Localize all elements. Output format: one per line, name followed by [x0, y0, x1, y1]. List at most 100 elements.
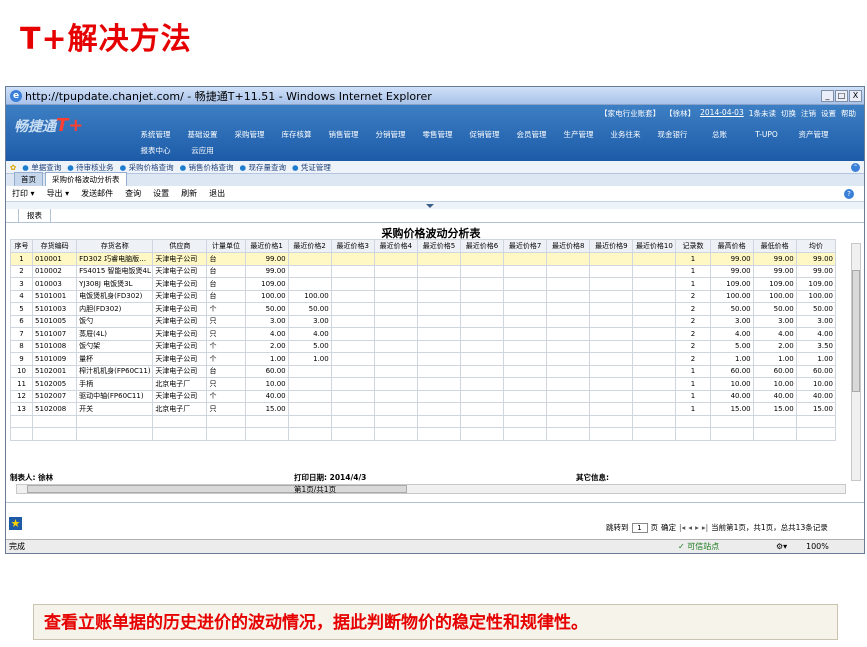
table-cell [632, 252, 677, 266]
column-header[interactable]: 存货名称 [76, 239, 154, 253]
close-button[interactable]: X [849, 89, 862, 102]
prev-page-icon[interactable]: ◂ [688, 523, 692, 532]
switch-link[interactable]: 切换 [781, 108, 796, 119]
toolbar-button[interactable]: 设置 [153, 188, 169, 199]
column-header[interactable]: 最近价格7 [503, 239, 548, 253]
subnav-item[interactable]: ● 凭证管理 [292, 162, 331, 173]
logout-link[interactable]: 注销 [801, 108, 816, 119]
empty-row [9, 427, 837, 441]
report-tab[interactable]: 报表 [18, 208, 51, 222]
next-page-icon[interactable]: ▸ [695, 523, 699, 532]
subnav-item[interactable]: ● 待审核业务 [67, 162, 113, 173]
column-header[interactable]: 存货编码 [32, 239, 78, 253]
table-row[interactable]: 9 5101009 量杯 天津电子公司个 1.00 1.00 2 1.00 1.00 1.00 [9, 352, 837, 366]
menu-item[interactable]: 会员管理 [508, 127, 555, 143]
horizontal-scrollbar[interactable] [16, 484, 846, 494]
menu-item[interactable]: 资产管理 [790, 127, 837, 143]
column-header[interactable]: 记录数 [675, 239, 711, 253]
column-header[interactable]: 最高价格 [709, 239, 754, 253]
menu-item[interactable]: 生产管理 [555, 127, 602, 143]
column-header[interactable]: 最近价格6 [459, 239, 505, 253]
column-header[interactable]: 计量单位 [206, 239, 246, 253]
toolbar-button[interactable]: 刷新 [181, 188, 197, 199]
column-header[interactable]: 序号 [9, 239, 34, 253]
column-header[interactable]: 均价 [795, 239, 837, 253]
table-cell: 饭勺架 [76, 339, 154, 353]
menu-item[interactable]: T-UPO [743, 127, 790, 143]
table-cell: 1 [675, 402, 711, 416]
zoom-level[interactable]: 100% [806, 542, 829, 551]
table-row[interactable]: 2 010002 FS4015 智能电饭煲4L 天津电子公司台 99.00 1 99.00 9… [9, 264, 837, 278]
table-cell: 99.00 [795, 252, 837, 266]
first-page-icon[interactable]: |◂ [679, 523, 685, 532]
table-cell: 109.00 [752, 277, 797, 291]
menu-item[interactable]: 现金银行 [649, 127, 696, 143]
menu-item[interactable]: 零售管理 [414, 127, 461, 143]
toolbar-button[interactable]: 打印 ▾ [12, 188, 35, 199]
table-row[interactable]: 4 5101001 电饭煲机身(FD302) 天津电子公司台 100.00 100.00 2… [9, 289, 837, 303]
collapse-splitter[interactable] [6, 202, 864, 209]
vertical-scrollbar[interactable] [851, 243, 861, 481]
security-icon[interactable]: ⚙▾ [776, 542, 787, 551]
column-header[interactable]: 最近价格1 [244, 239, 289, 253]
date-link[interactable]: 2014-04-03 [700, 108, 744, 119]
settings-link[interactable]: 设置 [821, 108, 836, 119]
table-row[interactable]: 10 5102001 榨汁机机身(FP60C11) 天津电子公司台 60.00 1 60.0… [9, 364, 837, 378]
minimize-button[interactable]: _ [821, 89, 834, 102]
tab-price-analysis[interactable]: 采购价格波动分析表 [45, 172, 127, 186]
table-row[interactable]: 7 5101007 蒸屉(4L) 天津电子公司只 4.00 4.00 2 4.00 4.00 4.… [9, 327, 837, 341]
menu-item[interactable]: 总账 [696, 127, 743, 143]
subnav-item[interactable]: ● 采购价格查询 [120, 162, 174, 173]
table-cell: 6 [9, 314, 34, 328]
column-header[interactable]: 最近价格5 [416, 239, 461, 253]
column-header[interactable]: 最近价格4 [373, 239, 418, 253]
nav-home-icon[interactable]: ✿ [10, 163, 16, 172]
column-header[interactable]: 最近价格3 [330, 239, 375, 253]
table-row[interactable]: 3 010003 YJ308J 电饭煲3L 天津电子公司台 109.00 1 109.00 1… [9, 277, 837, 291]
table-cell: 1.00 [287, 352, 332, 366]
toolbar-button[interactable]: 查询 [125, 188, 141, 199]
menu-item[interactable]: 云应用 [179, 143, 226, 159]
subnav-item[interactable]: ● 销售价格查询 [180, 162, 234, 173]
table-row[interactable]: 6 5101005 饭勺 天津电子公司只 3.00 3.00 2 3.00 3.00 3.00 [9, 314, 837, 328]
menu-item[interactable]: 库存核算 [273, 127, 320, 143]
page-input[interactable]: 1 [631, 522, 648, 533]
table-row[interactable]: 12 5102007 驱动中轴(FP60C11) 天津电子公司个 40.00 1 40.00… [9, 389, 837, 403]
column-header[interactable]: 供应商 [152, 239, 208, 253]
table-row[interactable]: 13 5102008 开关 北京电子厂只 15.00 1 15.00 15.00 15.00 [9, 402, 837, 416]
column-header[interactable]: 最近价格2 [287, 239, 332, 253]
help-icon[interactable]: ? [844, 188, 854, 199]
unread-link[interactable]: 1条未读 [749, 108, 776, 119]
maximize-button[interactable]: □ [835, 89, 848, 102]
table-cell: 99.00 [244, 252, 289, 266]
column-header[interactable]: 最低价格 [752, 239, 797, 253]
toolbar-button[interactable]: 退出 [209, 188, 225, 199]
last-page-icon[interactable]: ▸| [702, 523, 708, 532]
favorite-star-icon[interactable]: ★ [9, 517, 22, 530]
toolbar-button[interactable]: 导出 ▾ [47, 188, 70, 199]
table-row[interactable]: 1 010001 FD302 巧睿电脑版… 天津电子公司台 99.00 1 99.00 99.… [9, 252, 837, 266]
menu-item[interactable]: 促销管理 [461, 127, 508, 143]
menu-item[interactable]: 采购管理 [226, 127, 273, 143]
menu-item[interactable]: 分销管理 [367, 127, 414, 143]
menu-item[interactable]: 基础设置 [179, 127, 226, 143]
menu-item[interactable]: 系统管理 [132, 127, 179, 143]
tab-home[interactable]: 首页 [14, 172, 43, 186]
menu-item[interactable]: 业务往来 [602, 127, 649, 143]
table-row[interactable]: 11 5102005 手柄 北京电子厂只 10.00 1 10.00 10.00 10.00 [9, 377, 837, 391]
toolbar-button[interactable]: 发送邮件 [81, 188, 113, 199]
collapse-icon[interactable]: ⌃ [851, 162, 860, 172]
table-cell: 109.00 [709, 277, 754, 291]
column-header[interactable]: 最近价格9 [589, 239, 634, 253]
help-link[interactable]: 帮助 [841, 108, 856, 119]
menu-item[interactable]: 销售管理 [320, 127, 367, 143]
confirm-button[interactable]: 确定 [661, 522, 676, 533]
column-header[interactable]: 最近价格10 [632, 239, 677, 253]
subnav-item[interactable]: ● 现存量查询 [240, 162, 286, 173]
menu-item[interactable]: 报表中心 [132, 143, 179, 159]
subnav-item[interactable]: ● 单据查询 [22, 162, 61, 173]
table-row[interactable]: 8 5101008 饭勺架 天津电子公司个 2.00 5.00 2 5.00 2.00 3.50 [9, 339, 837, 353]
table-cell: 天津电子公司 [152, 302, 208, 316]
table-row[interactable]: 5 5101003 内胆(FD302) 天津电子公司个 50.00 50.00 2 50.00… [9, 302, 837, 316]
column-header[interactable]: 最近价格8 [546, 239, 591, 253]
